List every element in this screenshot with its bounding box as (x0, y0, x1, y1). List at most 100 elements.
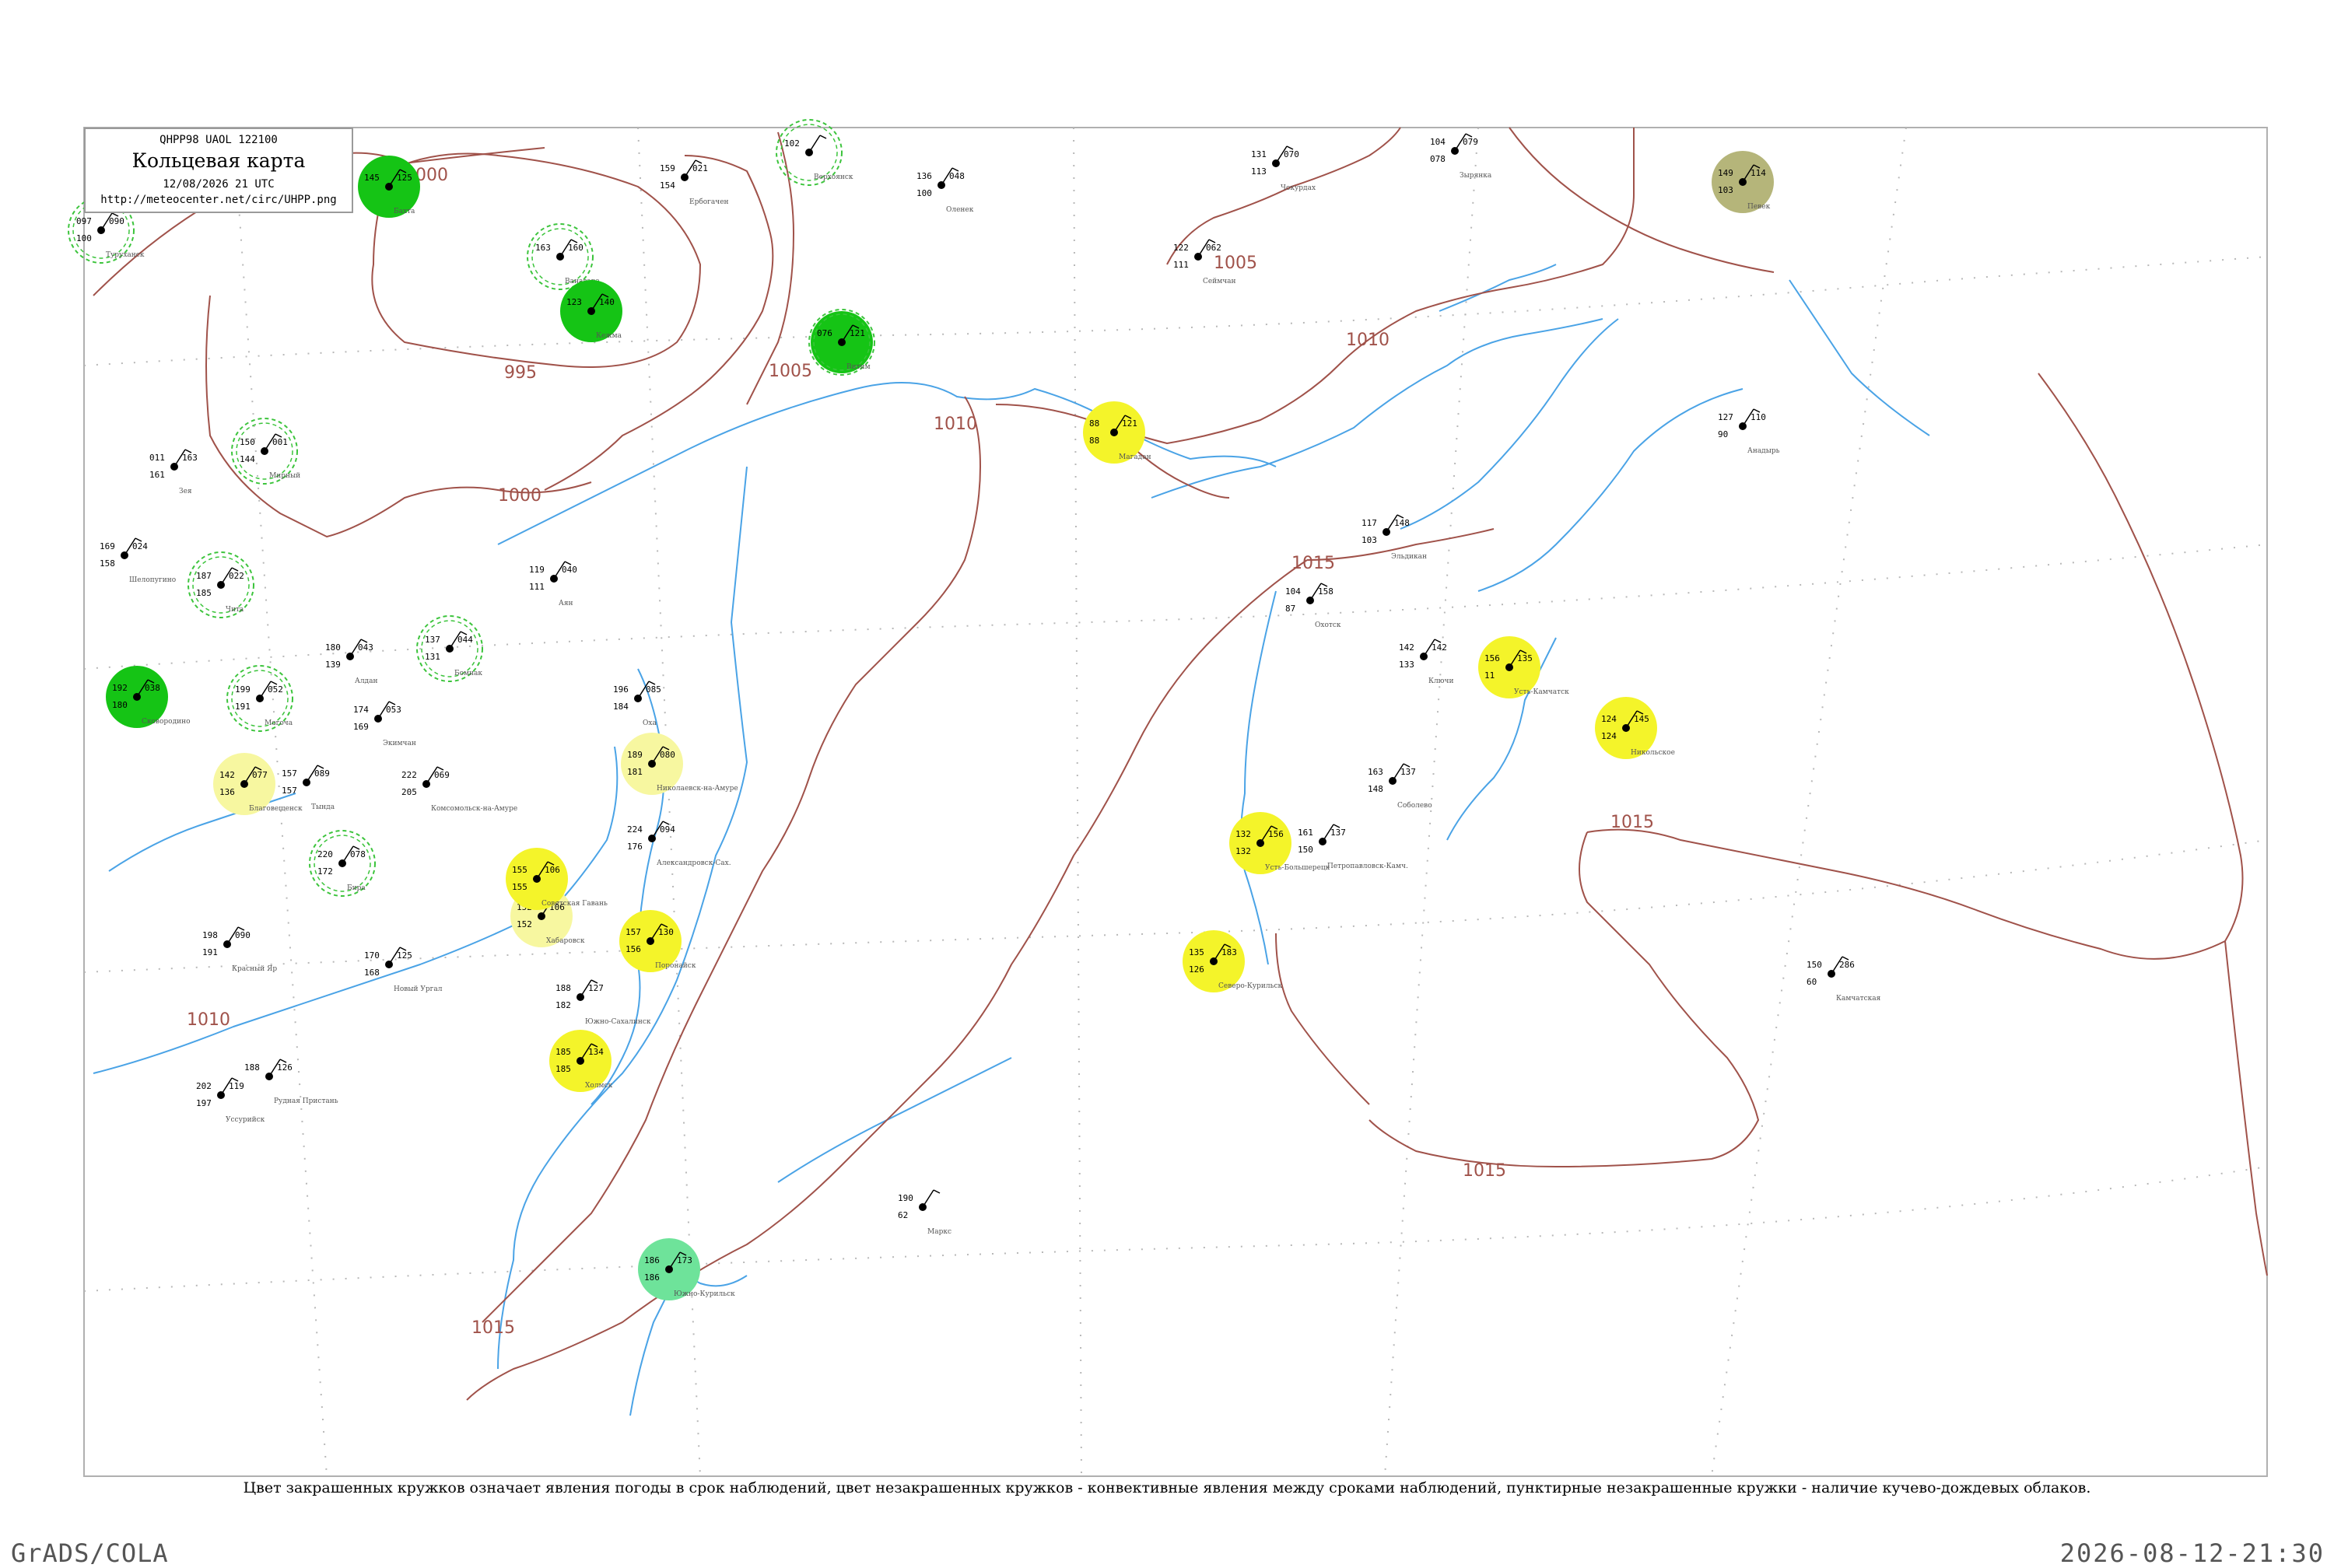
station-dewpoint: 136 (219, 787, 235, 797)
station-name: Алдан (355, 677, 377, 685)
station-pressure: 125 (397, 173, 412, 183)
station-pressure: 022 (229, 571, 244, 581)
station-temperature: 104 (1285, 586, 1301, 597)
station-temperature: 202 (196, 1081, 212, 1091)
station-dewpoint: 113 (1251, 166, 1267, 177)
legend-box: QHPP98 UAOL 122100 Кольцевая карта 12/08… (84, 128, 353, 213)
station-temperature: 149 (1718, 168, 1733, 178)
station-pressure: 089 (314, 768, 330, 779)
station-dewpoint: 103 (1718, 185, 1733, 195)
legend-datetime: 12/08/2026 21 UTC (163, 178, 275, 191)
station-dewpoint: 169 (353, 722, 369, 732)
station-name: Певек (1747, 203, 1771, 211)
station-temperature: 159 (660, 163, 675, 173)
map-frame (83, 127, 2268, 1477)
station-dewpoint: 155 (512, 882, 527, 892)
station-name: Мирный (269, 472, 300, 480)
legend-url: http://meteocenter.net/circ/UHPP.png (100, 194, 337, 206)
station-temperature: 174 (353, 705, 369, 715)
station-pressure: 106 (545, 865, 560, 875)
map-caption: Цвет закрашенных кружков означает явлени… (243, 1479, 2091, 1496)
station-pressure: 094 (660, 824, 675, 835)
station-temperature: 170 (364, 950, 380, 961)
station-temperature: 88 (1089, 418, 1099, 429)
station-dewpoint: 103 (1362, 535, 1377, 545)
station-dewpoint: 157 (282, 786, 297, 796)
station-name: Охотск (1315, 621, 1341, 629)
station-temperature: 186 (644, 1255, 660, 1265)
station-name: Никольское (1631, 749, 1675, 757)
station-temperature: 076 (817, 328, 832, 338)
station-temperature: 189 (627, 750, 643, 760)
station-temperature: 097 (76, 216, 92, 226)
station-pressure: 053 (386, 705, 401, 715)
station-name: Ключи (1428, 677, 1453, 685)
station-dewpoint: 184 (613, 702, 629, 712)
station-dewpoint: 144 (240, 454, 255, 464)
station-name: Благовещенск (249, 805, 303, 813)
station-name: Тында (311, 803, 335, 811)
station-pressure: 080 (660, 750, 675, 760)
station-dewpoint: 168 (364, 968, 380, 978)
station-name: Хабаровск (546, 936, 585, 945)
station-name: Красный Яр (232, 965, 277, 973)
station-temperature: 155 (512, 865, 527, 875)
station-temperature: 161 (1298, 828, 1313, 838)
station-temperature: 137 (425, 635, 440, 645)
station-name: Кежма (596, 332, 622, 340)
station-name: Сковородино (142, 718, 191, 726)
station-dewpoint: 100 (76, 233, 92, 243)
station-name: Северо-Курильск (1218, 982, 1283, 990)
station-dewpoint: 88 (1089, 436, 1099, 446)
station-pressure: 137 (1330, 828, 1346, 838)
station-name: Соболево (1397, 801, 1432, 810)
station-dewpoint: 078 (1430, 154, 1446, 164)
station-dewpoint: 156 (626, 944, 641, 954)
station-pressure: 052 (268, 684, 283, 695)
station-pressure: 127 (588, 983, 604, 993)
station-pressure: 001 (272, 437, 288, 447)
station-name: Чокурдах (1281, 184, 1316, 192)
station-dewpoint: 87 (1285, 604, 1295, 614)
station-pressure: 090 (109, 216, 124, 226)
weather-map: 1000 995 1005 1010 1000 1005 1010 1015 1… (68, 119, 2268, 1477)
station-pressure: 158 (1318, 586, 1333, 597)
station-pressure: 142 (1432, 642, 1447, 653)
station-name: Эльдикан (1391, 553, 1427, 561)
station-name: Могоча (265, 719, 293, 727)
isobar-label: 1010 (187, 1010, 230, 1030)
station-temperature: 136 (916, 171, 932, 181)
station-temperature: 119 (529, 565, 545, 575)
station-temperature: 135 (1189, 947, 1204, 957)
station-dewpoint: 185 (196, 588, 212, 598)
station-temperature: 127 (1718, 412, 1733, 422)
station-temperature: 157 (626, 927, 641, 937)
station-dewpoint: 197 (196, 1098, 212, 1108)
station-name: Усть-Большерецк (1265, 864, 1330, 872)
station-pressure: 134 (588, 1047, 604, 1057)
station-dewpoint: 90 (1718, 429, 1728, 439)
station-dewpoint: 205 (401, 787, 417, 797)
isobar-label: 1010 (1346, 331, 1390, 350)
station-dewpoint: 126 (1189, 964, 1204, 975)
station-temperature: 190 (898, 1193, 913, 1203)
station-temperature: 187 (196, 571, 212, 581)
station-name: Аян (559, 600, 573, 607)
station-dewpoint: 11 (1484, 670, 1495, 681)
station-dewpoint: 191 (235, 702, 251, 712)
station-pressure: 044 (457, 635, 473, 645)
station-temperature: 169 (100, 541, 115, 551)
station-temperature: 104 (1430, 137, 1446, 147)
station-temperature: 163 (1368, 767, 1383, 777)
station-name: Южно-Курильск (674, 1290, 735, 1298)
station-temperature: 188 (244, 1062, 260, 1073)
station-name: Туруханск (106, 251, 145, 259)
isobar-label: 1015 (1610, 813, 1654, 832)
station-name: Усть-Камчатск (1514, 688, 1569, 696)
station-temperature: 188 (555, 983, 571, 993)
station-dewpoint: 133 (1399, 660, 1414, 670)
station-pressure: 040 (562, 565, 577, 575)
station-dewpoint: 161 (149, 470, 165, 480)
station-temperature: 123 (566, 297, 582, 307)
legend-code-line: QHPP98 UAOL 122100 (159, 134, 278, 146)
